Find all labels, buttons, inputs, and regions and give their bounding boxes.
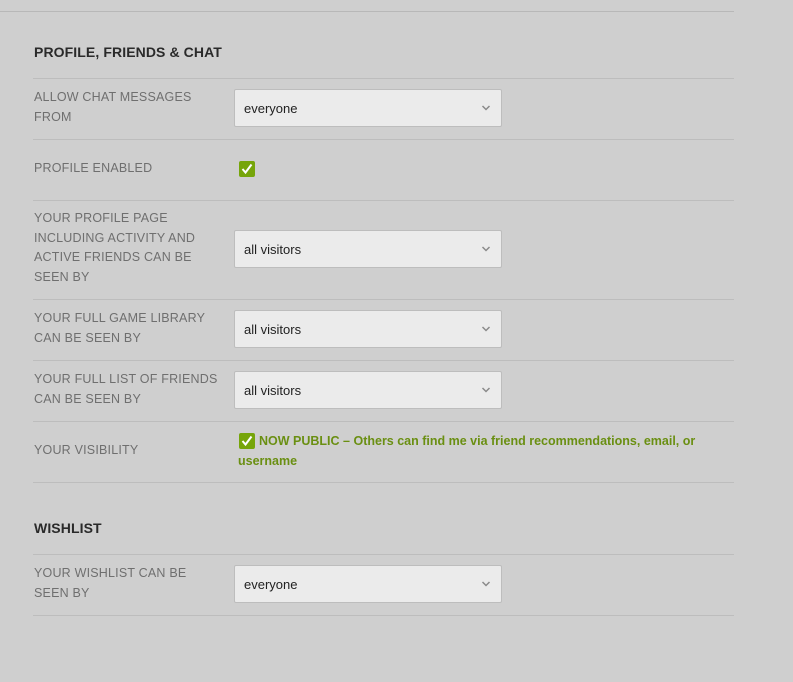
profile-enabled-label: PROFILE ENABLED (34, 161, 153, 175)
visibility-status: NOW PUBLIC (259, 434, 340, 448)
divider (33, 139, 734, 140)
chevron-down-icon (481, 581, 491, 587)
game-library-select[interactable]: all visitors (234, 310, 502, 348)
friends-list-label: YOUR FULL LIST OF FRIENDS CAN BE SEEN BY (34, 372, 218, 406)
visibility-label: YOUR VISIBILITY (34, 443, 139, 457)
chat-messages-label: ALLOW CHAT MESSAGES FROM (34, 90, 192, 124)
game-library-label: YOUR FULL GAME LIBRARY CAN BE SEEN BY (34, 311, 205, 345)
chevron-down-icon (481, 326, 491, 332)
top-divider (0, 11, 734, 12)
chat-messages-select[interactable]: everyone (234, 89, 502, 127)
divider (33, 299, 734, 300)
chat-messages-value: everyone (244, 101, 298, 116)
visibility-description: NOW PUBLIC – Others can find me via frie… (238, 431, 718, 471)
divider (33, 615, 734, 616)
divider (33, 200, 734, 201)
chevron-down-icon (481, 387, 491, 393)
profile-enabled-checkbox[interactable] (239, 161, 255, 177)
section-title-wishlist: WISHLIST (34, 520, 102, 536)
friends-list-select[interactable]: all visitors (234, 371, 502, 409)
divider (33, 421, 734, 422)
profile-page-label: YOUR PROFILE PAGE INCLUDING ACTIVITY AND… (34, 211, 196, 284)
wishlist-visibility-value: everyone (244, 577, 298, 592)
friends-list-value: all visitors (244, 383, 302, 398)
chevron-down-icon (481, 246, 491, 252)
divider (33, 360, 734, 361)
section-title-profile: PROFILE, FRIENDS & CHAT (34, 44, 222, 60)
chevron-down-icon (481, 105, 491, 111)
game-library-value: all visitors (244, 322, 302, 337)
profile-page-value: all visitors (244, 242, 302, 257)
profile-page-select[interactable]: all visitors (234, 230, 502, 268)
divider (33, 554, 734, 555)
divider (33, 78, 734, 79)
checkmark-icon (241, 163, 253, 175)
divider (33, 482, 734, 483)
wishlist-visibility-label: YOUR WISHLIST CAN BE SEEN BY (34, 566, 187, 600)
wishlist-visibility-select[interactable]: everyone (234, 565, 502, 603)
